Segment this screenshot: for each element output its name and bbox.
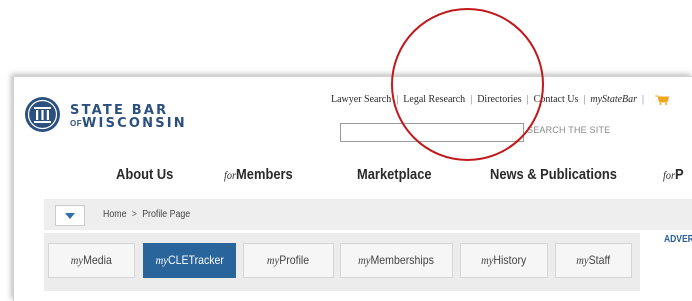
logo-text-of: OF bbox=[70, 119, 83, 128]
tab-label: History bbox=[493, 253, 527, 267]
nav-members-label: Members bbox=[236, 166, 293, 183]
tab-label: Media bbox=[83, 253, 113, 267]
breadcrumb-current: Profile Page bbox=[142, 209, 191, 220]
breadcrumb-separator: > bbox=[131, 209, 137, 220]
link-separator: | bbox=[583, 94, 586, 105]
state-bar-logo[interactable]: STATE BAR OF WISCONSIN bbox=[24, 96, 214, 136]
mystatebar-link[interactable]: myStateBar bbox=[590, 94, 637, 105]
advertisement-label: ADVER bbox=[664, 234, 692, 245]
tab-mymemberships[interactable]: myMemberships bbox=[340, 243, 453, 278]
tab-my-prefix: my bbox=[155, 253, 168, 267]
nav-for-members[interactable]: forMembers bbox=[224, 166, 293, 183]
nav-for-public[interactable]: forP bbox=[663, 166, 684, 183]
tab-mystaff[interactable]: myStaff bbox=[555, 243, 632, 278]
nav-public-label: P bbox=[675, 166, 684, 183]
tab-myhistory[interactable]: myHistory bbox=[460, 243, 548, 278]
breadcrumb: Home > Profile Page bbox=[103, 209, 190, 220]
nav-marketplace[interactable]: Marketplace bbox=[357, 166, 432, 183]
tab-label: Memberships bbox=[370, 253, 435, 267]
tab-my-prefix: my bbox=[358, 253, 371, 267]
link-separator: | bbox=[642, 94, 645, 105]
shopping-cart-icon[interactable] bbox=[655, 95, 670, 105]
chevron-down-icon bbox=[65, 213, 75, 219]
tab-my-prefix: my bbox=[576, 253, 589, 267]
tab-my-prefix: my bbox=[267, 253, 280, 267]
tab-label: CLETracker bbox=[167, 253, 224, 267]
nav-about-us[interactable]: About Us bbox=[116, 166, 173, 183]
breadcrumb-home-link[interactable]: Home bbox=[103, 209, 126, 220]
tab-label: Profile bbox=[279, 253, 310, 267]
annotation-circle bbox=[391, 8, 544, 161]
tab-my-prefix: my bbox=[70, 253, 84, 267]
tab-label: Staff bbox=[588, 253, 611, 267]
tab-my-prefix: my bbox=[481, 253, 494, 267]
logo-text-wisconsin: WISCONSIN bbox=[82, 116, 187, 131]
nav-news-publications[interactable]: News & Publications bbox=[490, 166, 617, 183]
capitol-seal-icon bbox=[25, 97, 60, 132]
tab-mymedia[interactable]: myMedia bbox=[48, 243, 135, 278]
tab-myprofile[interactable]: myProfile bbox=[243, 243, 334, 278]
nav-for-prefix: for bbox=[663, 168, 676, 182]
breadcrumb-menu-toggle[interactable] bbox=[55, 205, 85, 226]
nav-for-prefix: for bbox=[224, 168, 237, 182]
tab-mycletracker[interactable]: myCLETracker bbox=[143, 243, 236, 278]
lawyer-search-link[interactable]: Lawyer Search bbox=[331, 94, 391, 105]
